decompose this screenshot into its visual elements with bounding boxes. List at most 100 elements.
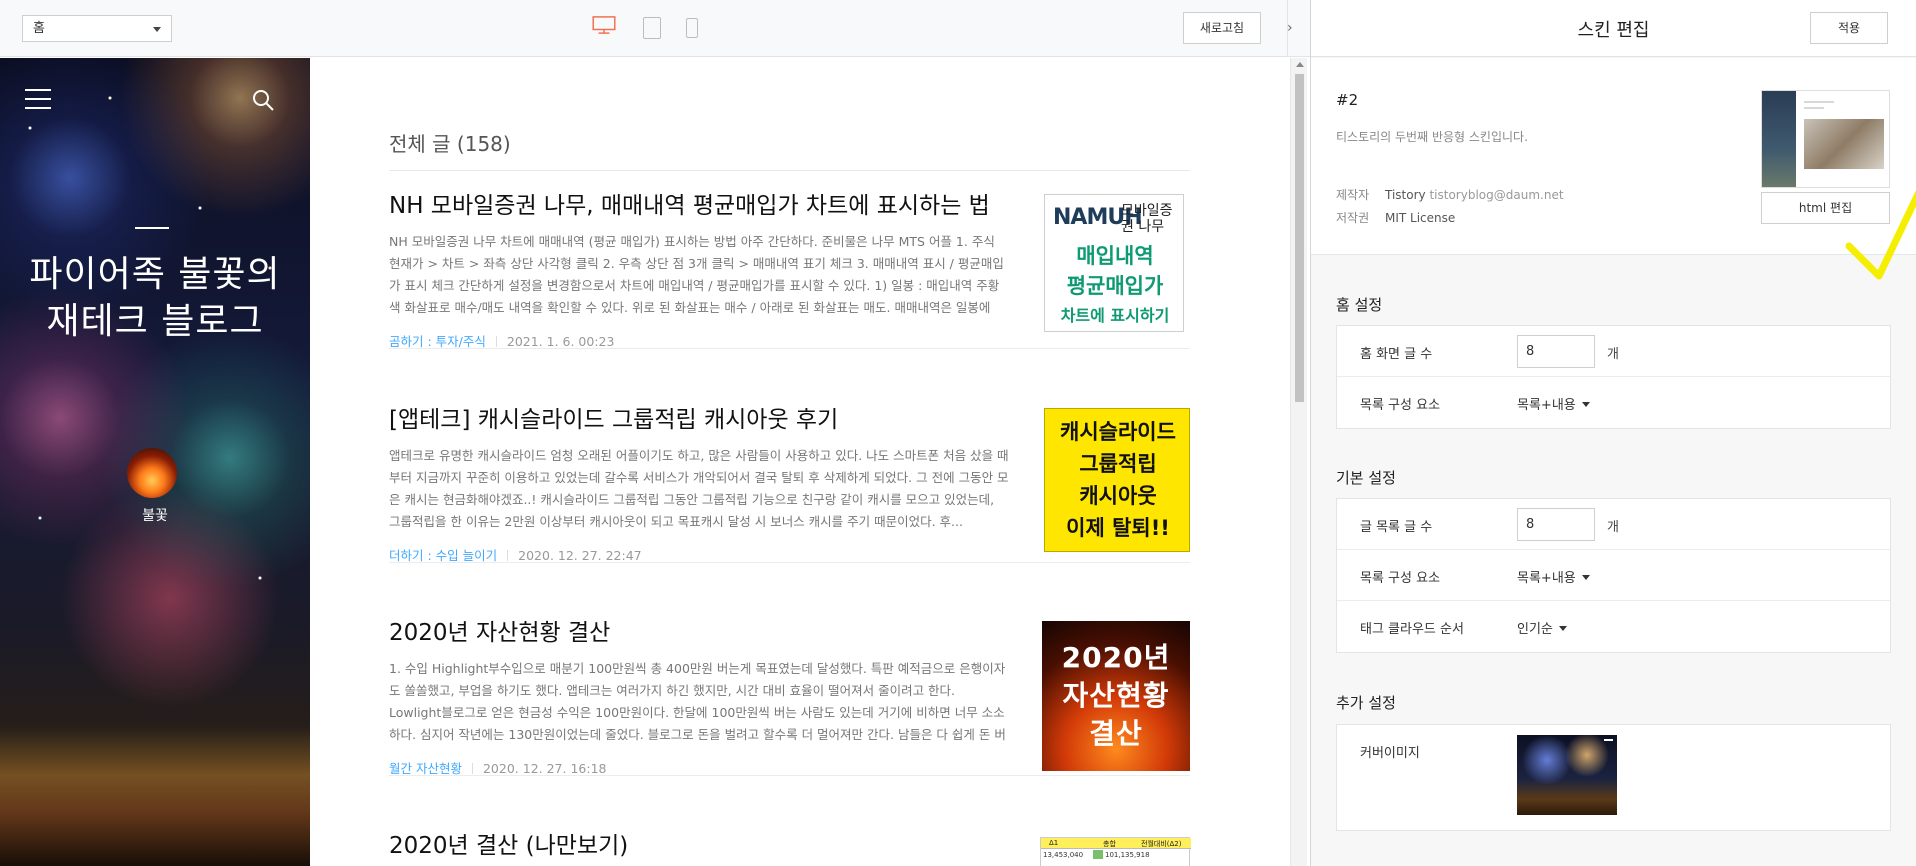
setting-label: 태그 클라우드 순서 — [1360, 622, 1464, 637]
thumb-text: 평균매입가 — [1066, 274, 1164, 298]
thumb-text: 차트에 표시하기 — [1060, 306, 1170, 325]
maker-label: 제작자 — [1336, 188, 1370, 202]
post-meta: 곰하기 : 투자/주식 2021. 1. 6. 00:23 — [389, 331, 1190, 350]
search-icon[interactable] — [252, 89, 274, 111]
skin-settings-panel: 스킨 편집 적용 #2 티스토리의 두번째 반응형 스킨입니다. 제작자 Tist… — [1311, 0, 1916, 866]
setting-label: 커버이미지 — [1360, 746, 1420, 761]
refresh-button[interactable]: 새로고침 — [1183, 12, 1261, 44]
cover-image-thumbnail[interactable] — [1517, 735, 1617, 815]
thumb-text: 전월대비(Δ2) — [1141, 840, 1182, 848]
setting-row: 태그 클라우드 순서 인기순 — [1337, 601, 1890, 652]
post-list-area: 전체 글 (158) NH 모바일증권 나무, 매매내역 평균매입가 차트에 표… — [310, 58, 1290, 866]
menu-icon[interactable] — [25, 89, 51, 109]
setting-row: 목록 구성 요소 목록+내용 — [1337, 550, 1890, 601]
list-item[interactable]: 2020년 자산현황 결산 1. 수입 Highlight부수입으로 매분기 1… — [389, 618, 1190, 776]
desktop-view-icon[interactable] — [591, 16, 617, 34]
maker-email: tistoryblog@daum.net — [1429, 188, 1564, 202]
post-thumbnail[interactable]: NAMUH 모바일증권 나무 매입내역 평균매입가 차트에 표시하기 — [1044, 194, 1184, 332]
page-title: 전체 글 (158) — [389, 132, 511, 156]
select-value: 인기순 — [1517, 622, 1553, 637]
basic-settings-box: 글 목록 글 수 8 개 목록 구성 요소 목록+내용 태그 클라우드 순서 인… — [1336, 498, 1891, 653]
thumb-text: 이제 탈퇴!! — [1066, 516, 1170, 540]
skin-description: 티스토리의 두번째 반응형 스킨입니다. — [1336, 130, 1528, 144]
setting-row: 커버이미지 — [1337, 725, 1890, 830]
post-date: 2020. 12. 27. 16:18 — [482, 761, 607, 776]
blog-title[interactable]: 파이어족 불꽃의 재테크 블로그 — [20, 251, 290, 345]
setting-label: 글 목록 글 수 — [1360, 520, 1433, 535]
tablet-view-icon[interactable] — [643, 17, 661, 39]
thumb-text: 총합 — [1103, 840, 1116, 848]
divider — [507, 550, 509, 561]
section-title-extra: 추가 설정 — [1336, 694, 1396, 712]
extra-settings-box: 커버이미지 — [1336, 724, 1891, 831]
post-category[interactable]: 월간 자산현황 — [389, 761, 462, 776]
post-category[interactable]: 곰하기 : 투자/주식 — [389, 334, 486, 349]
page-select[interactable]: 홈 — [22, 15, 172, 42]
post-category[interactable]: 더하기 : 수입 늘이기 — [389, 548, 497, 563]
list-item[interactable]: [앱테크] 캐시슬라이드 그룹적립 캐시아웃 후기 앱테크로 유명한 캐시슬라이… — [389, 405, 1190, 563]
caret-down-icon — [1581, 575, 1590, 580]
check-mark-annotation — [1845, 190, 1916, 280]
thumb-text: 캐시아웃 — [1079, 484, 1157, 508]
city-lights-background — [0, 726, 310, 866]
preview-line — [1804, 107, 1824, 109]
preview-scrollbar[interactable] — [1290, 58, 1307, 866]
basic-list-element-select[interactable]: 목록+내용 — [1517, 567, 1590, 586]
post-excerpt: NH 모바일증권 나무 차트에 매매내역 (평균 매입가) 표시하는 방법 아주… — [389, 234, 1004, 315]
list-item[interactable]: NH 모바일증권 나무, 매매내역 평균매입가 차트에 표시하는 법 NH 모바… — [389, 191, 1190, 349]
post-date: 2020. 12. 27. 22:47 — [518, 548, 642, 563]
post-excerpt: 앱테크로 유명한 캐시슬라이드 엄청 오래된 어플이기도 하고, 많은 사람들이… — [389, 448, 1009, 529]
skin-info: #2 티스토리의 두번째 반응형 스킨입니다. 제작자 Tistory tisto… — [1311, 58, 1916, 280]
setting-row: 홈 화면 글 수 8 개 — [1337, 326, 1890, 377]
post-thumbnail[interactable]: 캐시슬라이드 그룹적립 캐시아웃 이제 탈퇴!! — [1044, 408, 1190, 552]
thumb-text: 101,135,918 — [1105, 851, 1150, 859]
list-item[interactable]: 2020년 결산 (나만보기) Δ1 총합 전월대비(Δ2) 13,453,04… — [389, 831, 1191, 866]
scroll-up-icon[interactable] — [1296, 62, 1304, 67]
collapse-panel-icon[interactable]: › — [1287, 20, 1297, 36]
setting-label: 목록 구성 요소 — [1360, 571, 1441, 586]
license-value: MIT License — [1385, 211, 1456, 225]
thumb-subtitle: 모바일증권 나무 — [1121, 203, 1173, 235]
thumb-text: 13,453,040 — [1043, 851, 1084, 859]
select-value: 목록+내용 — [1517, 571, 1576, 586]
divider — [389, 170, 1190, 171]
setting-row: 목록 구성 요소 목록+내용 — [1337, 377, 1890, 428]
remove-image-icon[interactable] — [1604, 739, 1613, 741]
divider — [471, 763, 473, 774]
license-row: 저작권 MIT License — [1336, 209, 1455, 226]
setting-label: 목록 구성 요소 — [1360, 398, 1441, 413]
license-label: 저작권 — [1336, 211, 1370, 225]
post-date: 2021. 1. 6. 00:23 — [506, 334, 615, 349]
blog-owner-name[interactable]: 불꽃 — [110, 505, 200, 525]
post-thumbnail[interactable]: Δ1 총합 전월대비(Δ2) 13,453,040 101,135,918 — [1040, 837, 1191, 866]
post-thumbnail[interactable]: 2020년 자산현황 결산 — [1042, 621, 1190, 771]
post-excerpt: 1. 수입 Highlight부수입으로 매분기 100만원씩 총 400만원 … — [389, 661, 1006, 742]
home-settings-box: 홈 화면 글 수 8 개 목록 구성 요소 목록+내용 — [1336, 325, 1891, 429]
thumb-text: 매입내역 — [1076, 244, 1154, 268]
chevron-down-icon — [153, 27, 161, 32]
tag-cloud-order-select[interactable]: 인기순 — [1517, 618, 1567, 637]
setting-row: 글 목록 글 수 8 개 — [1337, 499, 1890, 550]
unit-label: 개 — [1607, 347, 1619, 362]
maker-row: 제작자 Tistory tistoryblog@daum.net — [1336, 186, 1564, 203]
caret-down-icon — [1581, 402, 1590, 407]
select-value: 목록+내용 — [1517, 398, 1576, 413]
preview-toolbar: 홈 새로고침 — [0, 0, 1310, 57]
list-post-count-input[interactable]: 8 — [1517, 508, 1595, 541]
skin-name: #2 — [1336, 91, 1359, 109]
divider — [495, 336, 497, 347]
thumb-text: 결산 — [1089, 717, 1143, 750]
blog-cover-sidebar: 파이어족 불꽃의 재테크 블로그 불꽃 — [0, 58, 310, 866]
apply-button[interactable]: 적용 — [1810, 12, 1888, 44]
thumb-cell-fill — [1093, 850, 1103, 859]
avatar[interactable] — [127, 448, 177, 498]
mobile-view-icon[interactable] — [686, 18, 698, 38]
panel-header: 스킨 편집 적용 — [1311, 0, 1916, 57]
scrollbar-thumb[interactable] — [1295, 74, 1304, 402]
home-list-element-select[interactable]: 목록+내용 — [1517, 394, 1590, 413]
thumb-text: Δ1 — [1049, 839, 1059, 847]
section-title-home: 홈 설정 — [1336, 296, 1383, 314]
thumb-text: 자산현황 — [1062, 679, 1170, 712]
section-title-basic: 기본 설정 — [1336, 469, 1396, 487]
home-post-count-input[interactable]: 8 — [1517, 335, 1595, 368]
